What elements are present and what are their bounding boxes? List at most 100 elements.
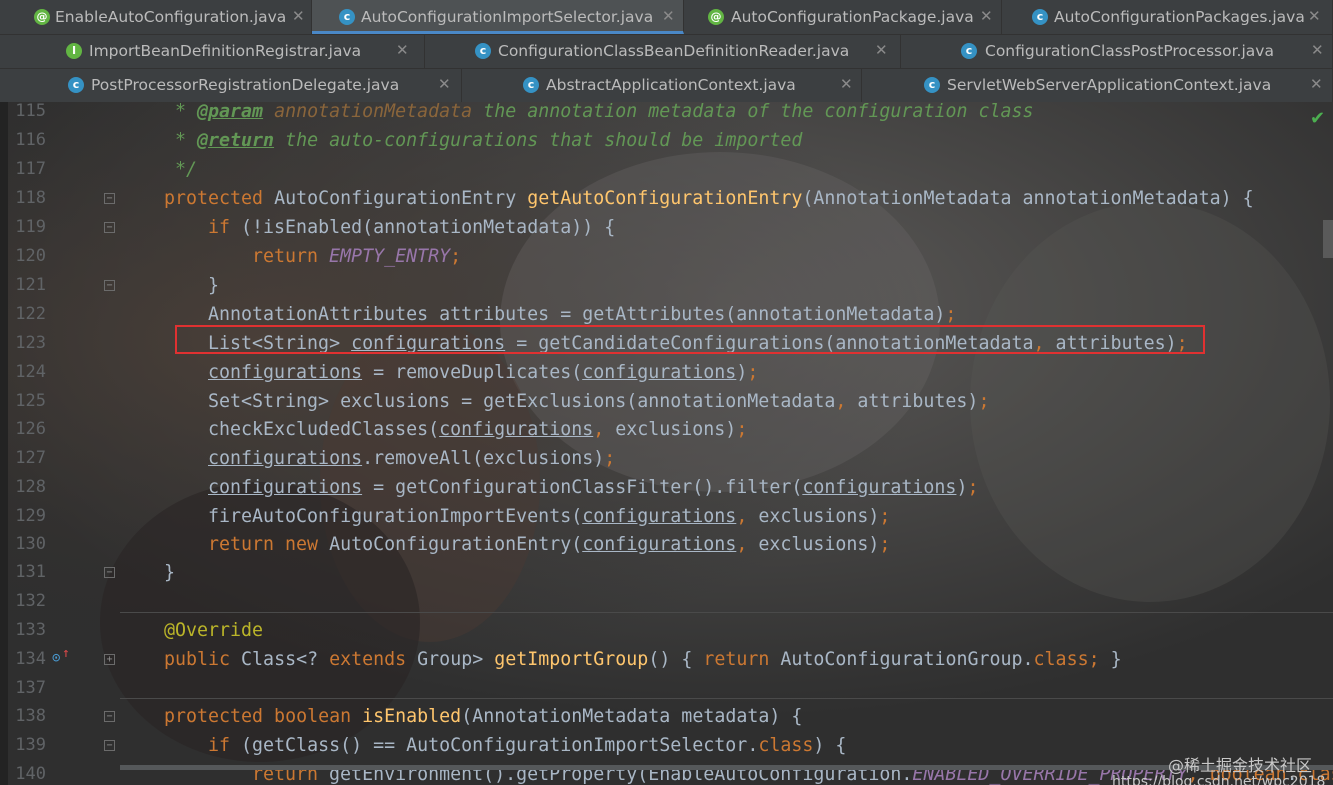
tab-label: ServletWebServerApplicationContext.java — [947, 76, 1272, 94]
tab-row: I ImportBeanDefinitionRegistrar.java ✕ c… — [0, 34, 1333, 69]
tab-label: AutoConfigurationPackages.java — [1054, 8, 1305, 26]
tab-auto-configuration-package[interactable]: @ AutoConfigurationPackage.java ✕ — [684, 0, 1002, 34]
tab-label: AutoConfigurationPackage.java — [731, 8, 974, 26]
line-number: 120 — [15, 246, 46, 266]
tab-label: ImportBeanDefinitionRegistrar.java — [89, 42, 362, 60]
code-text: if (getClass() == AutoConfigurationImpor… — [208, 735, 847, 756]
code-editor[interactable]: 115 * @param annotationMetadata the anno… — [0, 102, 1333, 785]
close-icon[interactable]: ✕ — [1308, 7, 1321, 25]
code-text: public Class<? extends Group> getImportG… — [164, 649, 1122, 670]
code-line: 128 configurations = getConfigurationCla… — [0, 473, 1333, 502]
code-text: fireAutoConfigurationImportEvents(config… — [208, 506, 891, 527]
close-icon[interactable]: ✕ — [1310, 75, 1323, 93]
tab-auto-configuration-import-selector[interactable]: c AutoConfigurationImportSelector.java ✕ — [312, 0, 684, 34]
code-line: 126 checkExcludedClasses(configurations,… — [0, 415, 1333, 444]
inspection-ok-icon[interactable]: ✔ — [1310, 108, 1325, 129]
line-number: 118 — [15, 188, 46, 208]
code-line: 119 if (!isEnabled(annotationMetadata)) … — [0, 213, 1333, 242]
tab-import-bean-definition-registrar[interactable]: I ImportBeanDefinitionRegistrar.java ✕ — [0, 34, 425, 68]
line-number: 125 — [15, 391, 46, 411]
up-arrow-icon: ↑ — [62, 646, 70, 661]
close-icon[interactable]: ✕ — [980, 7, 993, 25]
line-number: 123 — [15, 333, 46, 353]
line-number: 133 — [15, 620, 46, 640]
fold-marker-icon[interactable]: − — [104, 740, 115, 751]
close-icon[interactable]: ✕ — [662, 7, 675, 25]
code-text: * @return the auto-configurations that s… — [175, 130, 803, 151]
code-line: 133 @Override — [0, 616, 1333, 645]
close-icon[interactable]: ✕ — [438, 75, 451, 93]
line-number: 122 — [15, 304, 46, 324]
fold-marker-icon[interactable]: − — [104, 193, 115, 204]
code-line: 118 protected AutoConfigurationEntry get… — [0, 184, 1333, 213]
tab-label: EnableAutoConfiguration.java — [55, 8, 287, 26]
code-text: configurations = removeDuplicates(config… — [208, 362, 759, 383]
tab-label: AutoConfigurationImportSelector.java — [361, 8, 654, 26]
code-text: @Override — [164, 620, 264, 641]
line-number: 140 — [15, 764, 46, 784]
line-number: 130 — [15, 534, 46, 554]
fold-marker-icon[interactable]: + — [104, 654, 115, 665]
method-separator — [120, 612, 1333, 613]
tab-row: c PostProcessorRegistrationDelegate.java… — [0, 68, 1333, 103]
line-number: 124 — [15, 362, 46, 382]
watermark-url: https://blog.csdn.net/wpc2018 — [1112, 774, 1326, 785]
tab-label: ConfigurationClassBeanDefinitionReader.j… — [498, 42, 850, 60]
line-number: 138 — [15, 706, 46, 726]
code-text: return EMPTY_ENTRY; — [252, 246, 462, 267]
watermark: @稀土掘金技术社区 https://blog.csdn.net/wpc2018 — [1112, 752, 1326, 785]
code-line: 131 } — [0, 558, 1333, 587]
code-text: * @param annotationMetadata the annotati… — [175, 102, 1034, 122]
override-gutter-icon[interactable]: ⊙ — [52, 650, 60, 666]
vertical-scrollbar[interactable] — [1323, 220, 1333, 258]
tab-configuration-class-bean-definition-reader[interactable]: c ConfigurationClassBeanDefinitionReader… — [425, 34, 901, 68]
tab-label: ConfigurationClassPostProcessor.java — [985, 42, 1274, 60]
tab-post-processor-registration-delegate[interactable]: c PostProcessorRegistrationDelegate.java… — [0, 68, 462, 102]
code-line: 116 * @return the auto-configurations th… — [0, 126, 1333, 155]
annotation-icon: @ — [708, 9, 724, 25]
line-number: 127 — [15, 448, 46, 468]
code-text: checkExcludedClasses(configurations, exc… — [208, 419, 748, 440]
code-text: configurations.removeAll(exclusions); — [208, 448, 616, 469]
tab-configuration-class-post-processor[interactable]: c ConfigurationClassPostProcessor.java ✕ — [901, 34, 1333, 68]
code-line: 115 * @param annotationMetadata the anno… — [0, 102, 1333, 126]
code-line: 117 */ — [0, 155, 1333, 184]
line-number: 115 — [15, 102, 46, 121]
close-icon[interactable]: ✕ — [840, 75, 853, 93]
close-icon[interactable]: ✕ — [1311, 41, 1324, 59]
code-line: 121 } — [0, 271, 1333, 300]
line-number: 119 — [15, 217, 46, 237]
class-icon: c — [523, 77, 539, 93]
watermark-site: @稀土掘金技术社区 — [1167, 756, 1312, 775]
fold-marker-icon[interactable]: − — [104, 280, 115, 291]
code-text: } — [208, 275, 220, 296]
class-icon: c — [68, 77, 84, 93]
code-text: protected AutoConfigurationEntry getAuto… — [164, 188, 1254, 209]
annotation-icon: @ — [34, 9, 50, 25]
interface-icon: I — [66, 43, 82, 59]
fold-marker-icon[interactable]: − — [104, 567, 115, 578]
fold-marker-icon[interactable]: − — [104, 222, 115, 233]
line-number: 131 — [15, 562, 46, 582]
tab-label: PostProcessorRegistrationDelegate.java — [91, 76, 400, 94]
code-line: 125 Set<String> exclusions = getExclusio… — [0, 387, 1333, 416]
close-icon[interactable]: ✕ — [396, 41, 409, 59]
tab-servlet-web-server-application-context[interactable]: c ServletWebServerApplicationContext.jav… — [862, 68, 1333, 102]
highlight-box — [175, 325, 1205, 354]
line-number: 121 — [15, 275, 46, 295]
close-icon[interactable]: ✕ — [292, 7, 305, 25]
line-number: 139 — [15, 735, 46, 755]
class-icon: c — [924, 77, 940, 93]
tab-abstract-application-context[interactable]: c AbstractApplicationContext.java ✕ — [462, 68, 862, 102]
fold-marker-icon[interactable]: − — [104, 711, 115, 722]
code-text: } — [164, 562, 176, 583]
line-number: 134 — [15, 649, 46, 669]
class-icon: c — [1032, 9, 1048, 25]
code-line: 120 return EMPTY_ENTRY; — [0, 242, 1333, 271]
tab-auto-configuration-packages[interactable]: c AutoConfigurationPackages.java ✕ — [1002, 0, 1333, 34]
code-text: if (!isEnabled(annotationMetadata)) { — [208, 217, 616, 238]
tab-enable-auto-configuration[interactable]: @ EnableAutoConfiguration.java ✕ — [0, 0, 312, 34]
code-line: 129 fireAutoConfigurationImportEvents(co… — [0, 502, 1333, 531]
class-icon: c — [339, 9, 355, 25]
close-icon[interactable]: ✕ — [875, 41, 888, 59]
